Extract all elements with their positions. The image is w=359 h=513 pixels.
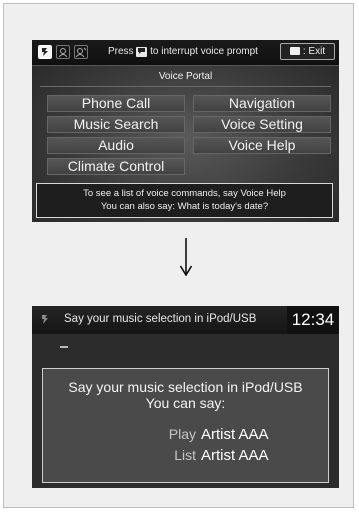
voice-help-button[interactable]: Voice Help	[193, 137, 331, 154]
navigation-button[interactable]: Navigation	[193, 95, 331, 112]
command-row: Play Artist AAA	[43, 426, 328, 444]
voice-icon-3	[74, 45, 88, 59]
command-row: List Artist AAA	[43, 447, 328, 465]
page-title: Voice Portal	[158, 71, 213, 82]
exit-label: : Exit	[302, 46, 326, 57]
climate-control-button[interactable]: Climate Control	[47, 158, 185, 175]
voice-setting-button[interactable]: Voice Setting	[193, 116, 331, 133]
down-arrow-icon	[180, 238, 192, 276]
command-target: Artist AAA	[201, 447, 269, 464]
interrupt-text: to interrupt voice prompt	[150, 46, 258, 57]
voice-icon-2	[56, 45, 70, 59]
music-search-button[interactable]: Music Search	[47, 116, 185, 133]
command-verb: Play	[168, 426, 196, 442]
audio-button[interactable]: Audio	[47, 137, 185, 154]
status-bar: Press to interrupt voice prompt : Exit	[32, 40, 339, 66]
command-target: Artist AAA	[201, 426, 269, 443]
divider-dash	[60, 346, 68, 348]
divider	[40, 86, 331, 87]
voice-portal-screen: Press to interrupt voice prompt : Exit V…	[32, 40, 339, 222]
prompt-line-1: Say your music selection in iPod/USB	[68, 379, 303, 395]
hint-line-2: You can also say: What is today's date?	[100, 201, 269, 212]
voice-icon	[38, 45, 52, 59]
hint-line-1: To see a list of voice commands, say Voi…	[83, 188, 286, 199]
exit-button[interactable]: : Exit	[280, 43, 335, 60]
figure-frame: Press to interrupt voice prompt : Exit V…	[3, 3, 354, 508]
press-text: Press	[108, 46, 134, 57]
prompt-panel: Say your music selection in iPod/USB You…	[42, 368, 329, 483]
prompt-line-2: You can say:	[145, 395, 226, 411]
status-bar: Say your music selection in iPod/USB 12:…	[32, 306, 339, 334]
hint-box: To see a list of voice commands, say Voi…	[36, 183, 333, 218]
back-icon	[289, 47, 300, 55]
phone-call-button[interactable]: Phone Call	[47, 95, 185, 112]
voice-icon	[40, 314, 52, 325]
clock: 12:34	[287, 306, 339, 334]
music-selection-screen: Say your music selection in iPod/USB 12:…	[32, 306, 339, 488]
command-verb: List	[174, 447, 196, 463]
screen-title: Say your music selection in iPod/USB	[64, 313, 257, 325]
talk-button-icon	[136, 47, 148, 57]
interrupt-instruction: Press to interrupt voice prompt	[108, 46, 258, 57]
